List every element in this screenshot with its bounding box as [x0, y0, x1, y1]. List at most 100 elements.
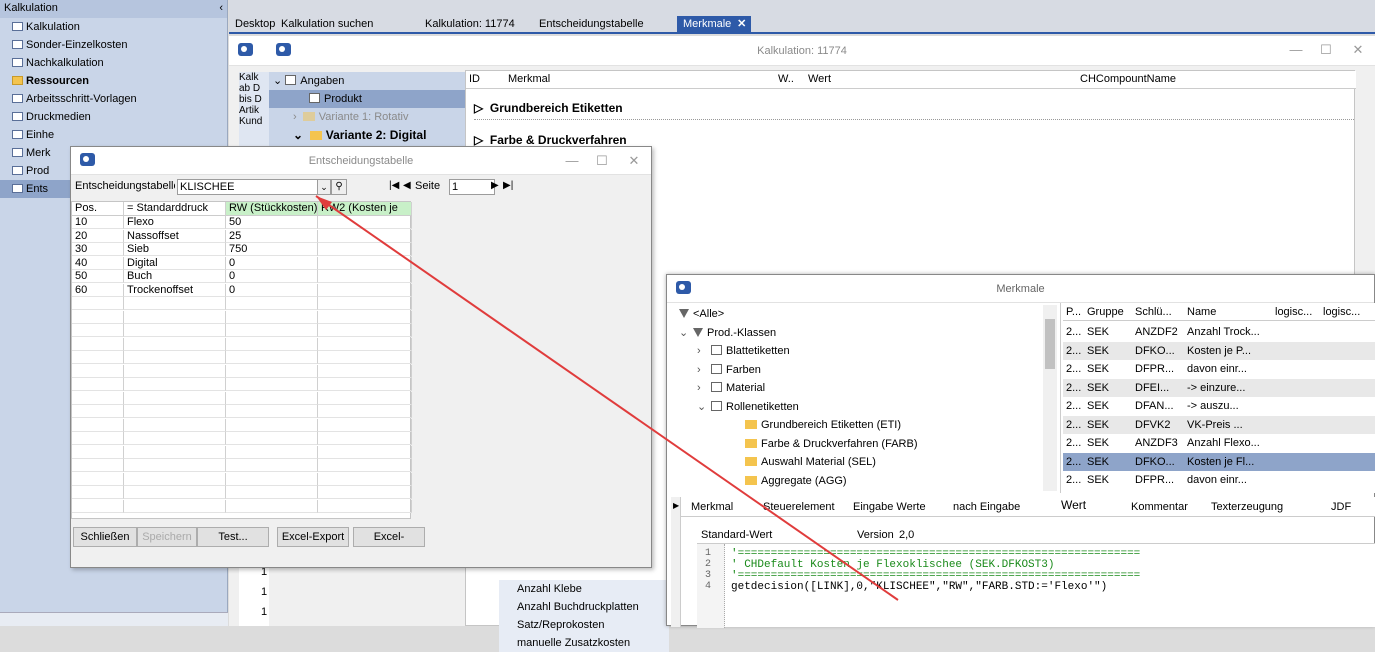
close-tab-icon[interactable]: ✕: [737, 16, 746, 32]
col-rw2[interactable]: RW2 (Kosten je: [318, 202, 412, 216]
decision-cell[interactable]: [72, 391, 124, 405]
decision-cell[interactable]: 50: [226, 216, 318, 229]
decision-cell[interactable]: Flexo: [124, 216, 226, 229]
pager-last-icon[interactable]: ▶|: [503, 180, 513, 191]
decision-cell[interactable]: [72, 405, 124, 418]
test-button[interactable]: Test...: [197, 527, 269, 547]
decision-cell[interactable]: Sieb: [124, 243, 226, 256]
chevron-right-icon[interactable]: ›: [697, 361, 711, 379]
decision-cell[interactable]: [318, 499, 412, 513]
decision-cell[interactable]: [72, 418, 124, 432]
maximize-icon[interactable]: ☐: [1309, 36, 1343, 66]
tree-variante-2[interactable]: ⌄ Variante 2: Digital: [269, 126, 465, 144]
col-wert[interactable]: Wert: [808, 73, 831, 85]
decision-cell[interactable]: [226, 418, 318, 432]
sidebar-item[interactable]: Ressourcen: [0, 72, 227, 90]
tree-node[interactable]: Auswahl Material (SEL): [745, 453, 876, 471]
decision-cell[interactable]: [226, 486, 318, 499]
col-rw[interactable]: RW (Stückkosten): [226, 202, 318, 216]
col-logisch-2[interactable]: logisc...: [1323, 306, 1360, 318]
tree-node[interactable]: › Blattetiketten: [697, 342, 790, 360]
decision-cell[interactable]: [124, 297, 226, 310]
decision-cell[interactable]: [318, 216, 412, 229]
excel-import-button[interactable]: Excel-: [353, 527, 425, 547]
decision-cell[interactable]: [72, 499, 124, 513]
detail-tab[interactable]: Wert: [1061, 498, 1086, 512]
decision-cell[interactable]: [226, 459, 318, 472]
col-p[interactable]: P...: [1066, 306, 1081, 318]
decision-cell[interactable]: [318, 445, 412, 459]
decision-cell[interactable]: Trockenoffset: [124, 283, 226, 297]
decision-cell[interactable]: [124, 472, 226, 486]
detail-tab[interactable]: Eingabe Werte: [853, 501, 926, 513]
tab-kalkulation-suchen[interactable]: Kalkulation suchen: [275, 16, 379, 34]
decision-cell[interactable]: 750: [226, 243, 318, 256]
decision-cell[interactable]: [318, 486, 412, 499]
excel-export-button[interactable]: Excel-Export: [277, 527, 349, 547]
decision-cell[interactable]: [226, 499, 318, 513]
decision-cell[interactable]: [72, 432, 124, 445]
tab-kalkulation-11774[interactable]: Kalkulation: 11774: [419, 16, 521, 34]
tree-node[interactable]: › Farben: [697, 361, 761, 379]
decision-cell[interactable]: [226, 445, 318, 459]
col-pos[interactable]: Pos.: [72, 202, 124, 216]
decision-cell[interactable]: [318, 378, 412, 391]
tree-angaben[interactable]: ⌄ Angaben: [269, 72, 465, 90]
list-row[interactable]: 2... SEK DFPR... davon einr...: [1063, 360, 1375, 378]
sidebar-item[interactable]: Nachkalkulation: [0, 54, 227, 72]
decision-cell[interactable]: [72, 324, 124, 337]
decision-cell[interactable]: [124, 405, 226, 418]
decision-cell[interactable]: [318, 351, 412, 364]
decision-cell[interactable]: [226, 337, 318, 351]
chevron-down-icon[interactable]: ⌄: [697, 398, 711, 416]
tree-produkt[interactable]: Produkt: [269, 90, 465, 108]
decision-cell[interactable]: [124, 364, 226, 378]
decision-cell[interactable]: [226, 472, 318, 486]
tree-node[interactable]: Aggregate (AGG): [745, 472, 847, 490]
close-button[interactable]: Schließen: [73, 527, 137, 547]
decision-cell[interactable]: [124, 324, 226, 337]
tree-node[interactable]: ⌄ Rollenetiketten: [697, 398, 799, 416]
decision-cell[interactable]: [124, 499, 226, 513]
decision-cell[interactable]: [318, 310, 412, 324]
decision-cell[interactable]: Buch: [124, 270, 226, 283]
tree-node[interactable]: Farbe & Druckverfahren (FARB): [745, 435, 918, 453]
decision-cell[interactable]: [72, 459, 124, 472]
decision-cell[interactable]: [318, 283, 412, 297]
list-row[interactable]: 2... SEK DFPR... davon einr...: [1063, 471, 1375, 489]
decision-cell[interactable]: [72, 337, 124, 351]
decision-cell[interactable]: [124, 337, 226, 351]
list-row[interactable]: 2... SEK DFAN... -> auszu...: [1063, 397, 1375, 415]
decision-cell[interactable]: [226, 324, 318, 337]
decision-cell[interactable]: 25: [226, 229, 318, 243]
cost-item[interactable]: Anzahl Buchdruckplatten: [499, 598, 669, 616]
decision-cell[interactable]: [318, 256, 412, 270]
list-row[interactable]: 2... SEK DFKO... Kosten je P...: [1063, 341, 1375, 360]
cost-item[interactable]: manuelle Zusatzkosten: [499, 634, 669, 652]
minimize-icon[interactable]: —: [1279, 36, 1313, 66]
tree-node[interactable]: ⌄ Prod.-Klassen: [679, 324, 776, 342]
decision-cell[interactable]: [318, 418, 412, 432]
decision-cell[interactable]: [124, 378, 226, 391]
decision-cell[interactable]: [124, 310, 226, 324]
decision-cell[interactable]: [318, 324, 412, 337]
detail-tab[interactable]: Texterzeugung: [1211, 501, 1283, 513]
tab-desktop[interactable]: Desktop: [229, 16, 281, 34]
decision-cell[interactable]: [226, 391, 318, 405]
sidebar-item[interactable]: Sonder-Einzelkosten: [0, 36, 227, 54]
decision-cell[interactable]: [124, 445, 226, 459]
decision-cell[interactable]: [124, 486, 226, 499]
decision-cell[interactable]: [318, 364, 412, 378]
close-icon[interactable]: ✕: [617, 147, 651, 175]
decision-cell[interactable]: Digital: [124, 256, 226, 270]
decision-cell[interactable]: 0: [226, 283, 318, 297]
pager-next-icon[interactable]: ▶: [491, 180, 499, 191]
chevron-down-icon[interactable]: ⌄: [679, 324, 693, 342]
decision-cell[interactable]: [226, 351, 318, 364]
decision-cell[interactable]: 50: [72, 270, 124, 283]
tab-entscheidungstabelle[interactable]: Entscheidungstabelle: [533, 16, 650, 34]
detail-tab[interactable]: nach Eingabe: [953, 501, 1020, 513]
decision-cell[interactable]: [318, 472, 412, 486]
decision-cell[interactable]: Nassoffset: [124, 229, 226, 243]
decision-cell[interactable]: [226, 297, 318, 310]
